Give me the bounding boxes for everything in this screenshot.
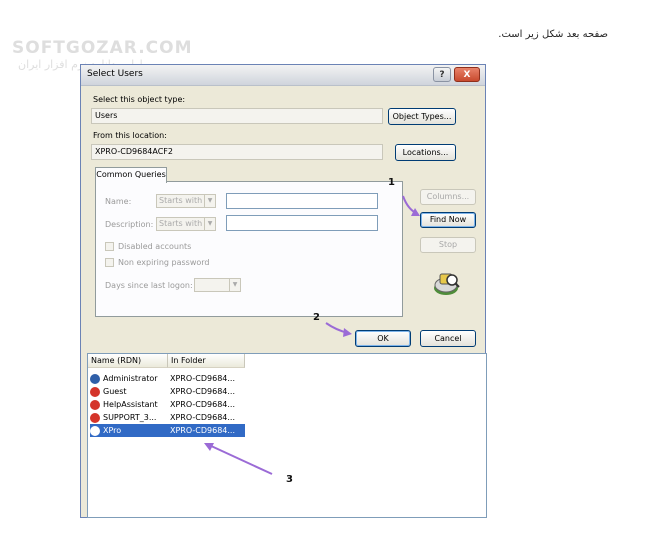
- annotation-overlay: [204, 195, 420, 475]
- annotation-3: 3: [286, 474, 293, 485]
- arrow-2: [325, 322, 352, 337]
- annotation-1: 1: [388, 177, 395, 188]
- arrow-3: [204, 443, 273, 475]
- annotation-2: 2: [313, 312, 320, 323]
- arrow-1: [402, 195, 420, 216]
